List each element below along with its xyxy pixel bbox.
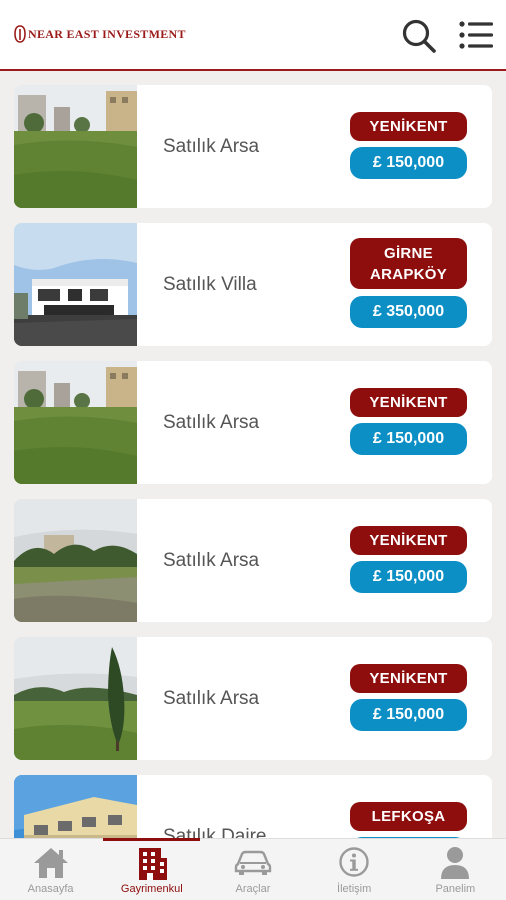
nav-label: Araçlar — [235, 883, 271, 895]
building-icon — [138, 848, 167, 880]
brand-name: NEAR EAST INVESTMENT — [28, 26, 186, 41]
location-label: ARAPKÖY — [369, 266, 448, 283]
location-badge: GİRNE ARAPKÖY — [350, 238, 467, 289]
location-label: YENİKENT — [369, 670, 448, 687]
land-photo-image — [14, 361, 137, 484]
location-label: LEFKOŞA — [371, 808, 446, 825]
listing-photo[interactable] — [14, 361, 137, 484]
listing-card[interactable]: Satılık Arsa YENİKENT £ 150,000 — [14, 637, 492, 760]
price-badge: £ 150,000 — [350, 561, 467, 593]
location-badge: YENİKENT — [350, 664, 467, 693]
price-badge: £ 150,000 — [350, 147, 467, 179]
nav-item-panelim[interactable]: Panelim — [405, 839, 506, 900]
price-badge: £ 150,000 — [350, 699, 467, 731]
listing-title[interactable]: Satılık Arsa — [163, 85, 259, 208]
price-badge: £ 150,000 — [350, 423, 467, 455]
location-label: YENİKENT — [369, 394, 448, 411]
app-header: NEAR EAST INVESTMENT — [0, 0, 506, 71]
location-label: GİRNE — [383, 245, 433, 262]
location-badge: LEFKOŞA — [350, 802, 467, 831]
nav-label: İletişim — [337, 883, 372, 895]
menu-list-icon[interactable] — [458, 19, 494, 51]
nav-item-gayrimenkul[interactable]: Gayrimenkul — [101, 838, 202, 900]
listing-photo[interactable] — [14, 637, 137, 760]
location-label: YENİKENT — [369, 118, 448, 135]
land-photo-image — [14, 85, 137, 208]
nav-label: Anasayfa — [27, 883, 74, 895]
listing-card[interactable]: Satılık Arsa YENİKENT £ 150,000 — [14, 361, 492, 484]
nav-item-araclar[interactable]: Araçlar — [202, 839, 303, 900]
nav-item-iletisim[interactable]: İletişim — [304, 839, 405, 900]
nav-label: Panelim — [435, 883, 476, 895]
listing-list: Satılık Arsa YENİKENT £ 150,000 Satılık … — [14, 85, 492, 900]
land-photo-image — [14, 499, 137, 622]
location-badge: YENİKENT — [350, 112, 467, 141]
user-icon — [441, 847, 470, 879]
nav-label: Gayrimenkul — [120, 883, 183, 895]
listing-title[interactable]: Satılık Arsa — [163, 361, 259, 484]
home-icon — [33, 848, 68, 878]
location-badge: YENİKENT — [350, 388, 467, 417]
villa-photo-image — [14, 223, 137, 346]
price-badge: £ 350,000 — [350, 296, 467, 328]
listing-title[interactable]: Satılık Arsa — [163, 499, 259, 622]
listing-photo[interactable] — [14, 85, 137, 208]
listing-title[interactable]: Satılık Villa — [163, 223, 257, 346]
info-icon — [339, 847, 369, 877]
listing-title[interactable]: Satılık Arsa — [163, 637, 259, 760]
listing-card[interactable]: Satılık Arsa YENİKENT £ 150,000 — [14, 85, 492, 208]
search-icon[interactable] — [400, 17, 438, 55]
listing-card[interactable]: Satılık Villa GİRNE ARAPKÖY £ 350,000 — [14, 223, 492, 346]
logo-mark-icon — [14, 25, 26, 43]
land-photo-image — [14, 637, 137, 760]
brand-logo[interactable]: NEAR EAST INVESTMENT — [14, 24, 186, 44]
nav-item-anasayfa[interactable]: Anasayfa — [0, 839, 101, 900]
listing-photo[interactable] — [14, 499, 137, 622]
car-icon — [234, 850, 272, 875]
location-label: YENİKENT — [369, 532, 448, 549]
location-badge: YENİKENT — [350, 526, 467, 555]
listing-photo[interactable] — [14, 223, 137, 346]
listing-card[interactable]: Satılık Arsa YENİKENT £ 150,000 — [14, 499, 492, 622]
bottom-nav: Anasayfa Gayrimenkul Araçlar İletişim Pa… — [0, 838, 506, 900]
